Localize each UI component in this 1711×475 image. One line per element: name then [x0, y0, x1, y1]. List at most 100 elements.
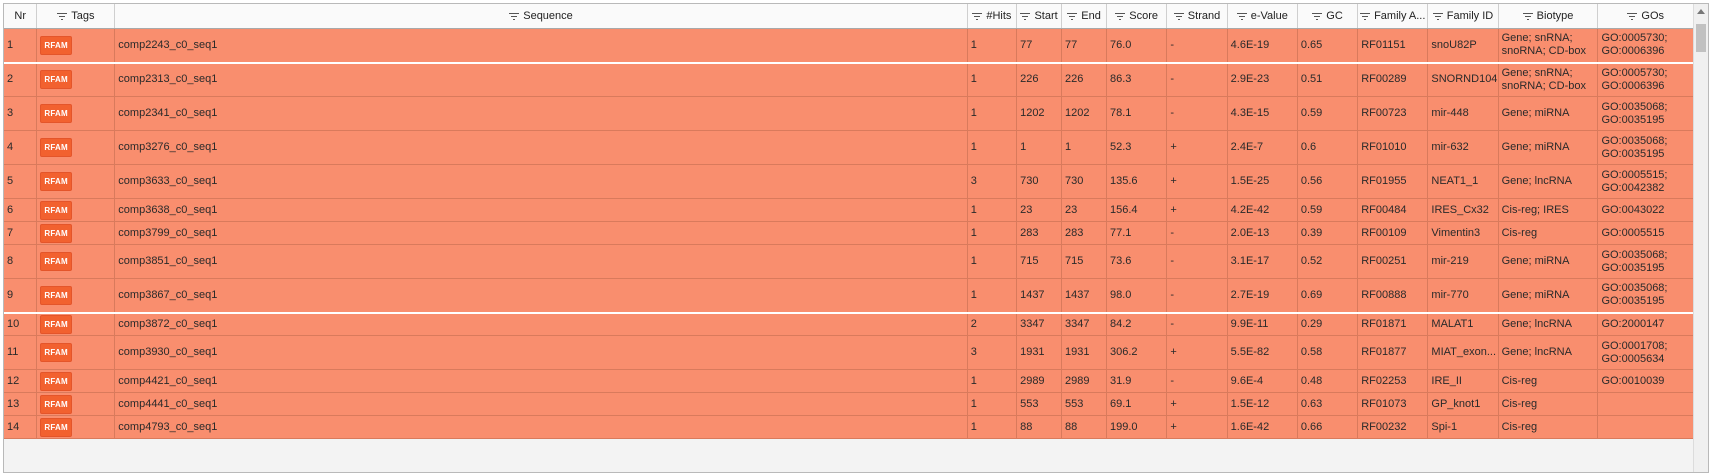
table-row[interactable]: 7 RFAM comp3799_c0_seq1 1 283 283 77.1-2.0E-13… [4, 221, 1694, 245]
cell-biotype: Cis-reg [1498, 392, 1599, 416]
column-header-label: Tags [71, 10, 95, 22]
filter-icon[interactable] [1522, 12, 1533, 20]
rfam-tag-badge: RFAM [40, 223, 72, 243]
filter-icon[interactable] [1020, 12, 1031, 20]
cell-score: 52.3 [1106, 130, 1168, 165]
cell-biotype: Gene; miRNA [1498, 244, 1599, 279]
cell-gc: 0.65 [1297, 28, 1359, 64]
table-row[interactable]: 10 RFAM comp3872_c0_seq1 2 3347 3347 84.2-9.9E… [4, 312, 1694, 336]
scroll-up-arrow-icon[interactable] [1697, 9, 1705, 14]
cell-gc: 0.51 [1297, 62, 1359, 97]
column-header-hits[interactable]: #Hits [967, 4, 1018, 29]
cell-start: 226 [1016, 62, 1063, 97]
cell-gc: 0.59 [1297, 96, 1359, 131]
column-header-nr[interactable]: Nr [4, 4, 38, 29]
table-row[interactable]: 11 RFAM comp3930_c0_seq1 3 1931 1931 306.2 +5.5… [4, 335, 1694, 370]
cell-score: 78.1 [1106, 96, 1168, 131]
column-header-end[interactable]: End [1061, 4, 1108, 29]
cell-family-acc: RF01151 [1357, 28, 1429, 64]
column-header-score[interactable]: Score [1106, 4, 1168, 29]
column-header-gc[interactable]: GC [1297, 4, 1359, 29]
table-row[interactable]: 6 RFAM comp3638_c0_seq1 1 23 23 156.4 +4.2E-42 0… [4, 198, 1694, 222]
cell-tags: RFAM [36, 164, 116, 199]
filter-icon[interactable] [1432, 12, 1443, 20]
column-header-strand[interactable]: Strand [1166, 4, 1228, 29]
column-header-label: Family A... [1374, 10, 1426, 22]
column-header-start[interactable]: Start [1016, 4, 1063, 29]
cell-hits: 3 [967, 164, 1018, 199]
filter-icon[interactable] [1173, 12, 1184, 20]
table-row[interactable]: 3 RFAM comp2341_c0_seq1 1 1202 1202 78.1-4.3E-… [4, 96, 1694, 131]
column-header-label: GC [1326, 10, 1343, 22]
cell-family-acc: RF00251 [1357, 244, 1429, 279]
cell-end: 1 [1061, 130, 1108, 165]
table-row[interactable]: 4 RFAM comp3276_c0_seq1 1 1 1 52.3 +2.4E-7 0.6 RF… [4, 130, 1694, 165]
cell-nr: 7 [4, 221, 38, 245]
rfam-tag-badge: RFAM [40, 394, 72, 414]
table-row[interactable]: 2 RFAM comp2313_c0_seq1 1 226 226 86.3-2.9E-23… [4, 62, 1694, 97]
table-row[interactable]: 14 RFAM comp4793_c0_seq1 1 88 88 199.0 +1.6E-42… [4, 415, 1694, 439]
filter-icon[interactable] [1312, 12, 1323, 20]
column-header-label: #Hits [986, 10, 1012, 22]
column-header-biotype[interactable]: Biotype [1498, 4, 1599, 29]
cell-gc: 0.66 [1297, 415, 1359, 439]
cell-nr: 12 [4, 369, 38, 393]
cell-evalue: 1.5E-12 [1227, 392, 1298, 416]
cell-score: 98.0 [1106, 278, 1168, 314]
rfam-tag-badge: RFAM [40, 417, 72, 437]
cell-family-id: MIAT_exon... [1427, 335, 1499, 370]
table-row[interactable]: 8 RFAM comp3851_c0_seq1 1 715 715 73.6-3.1E-17… [4, 244, 1694, 279]
table-row[interactable]: 12 RFAM comp4421_c0_seq1 1 2989 2989 31.9-9.6E… [4, 369, 1694, 393]
cell-start: 88 [1016, 415, 1063, 439]
cell-start: 1931 [1016, 335, 1063, 370]
cell-gc: 0.63 [1297, 392, 1359, 416]
cell-sequence: comp3851_c0_seq1 [114, 244, 968, 279]
cell-evalue: 9.9E-11 [1227, 312, 1298, 336]
column-header-sequence[interactable]: Sequence [114, 4, 968, 29]
cell-strand: - [1166, 62, 1228, 97]
column-header-label: Nr [14, 10, 26, 22]
table-row[interactable]: 1 RFAM comp2243_c0_seq1 1 77 77 76.0-4.6E-19 0.… [4, 28, 1694, 64]
cell-sequence: comp4793_c0_seq1 [114, 415, 968, 439]
filter-icon[interactable] [1236, 12, 1247, 20]
column-header-tags[interactable]: Tags [36, 4, 116, 29]
results-grid: Nr Tags Sequence #Hits Start End Score Strand e-… [4, 4, 1694, 472]
filter-icon[interactable] [1360, 12, 1371, 20]
vertical-scrollbar[interactable] [1693, 4, 1708, 472]
cell-gos: GO:0035068; GO:0035195 [1597, 130, 1694, 165]
column-header-family-acc[interactable]: Family A... [1357, 4, 1429, 29]
filter-icon[interactable] [972, 12, 983, 20]
table-row[interactable]: 9 RFAM comp3867_c0_seq1 1 1437 1437 98.0-2.7E-… [4, 278, 1694, 314]
cell-family-acc: RF01871 [1357, 312, 1429, 336]
filter-icon[interactable] [1115, 12, 1126, 20]
cell-nr: 8 [4, 244, 38, 279]
cell-biotype: Cis-reg; IRES [1498, 198, 1599, 222]
cell-tags: RFAM [36, 221, 116, 245]
rfam-tag-badge: RFAM [40, 70, 72, 90]
cell-family-id: Spi-1 [1427, 415, 1499, 439]
cell-family-id: mir-770 [1427, 278, 1499, 314]
cell-family-id: IRE_II [1427, 369, 1499, 393]
filter-icon[interactable] [57, 12, 68, 20]
table-row[interactable]: 5 RFAM comp3633_c0_seq1 3 730 730 135.6 +1.5E-2… [4, 164, 1694, 199]
cell-gos: GO:0005515 [1597, 221, 1694, 245]
filter-icon[interactable] [509, 12, 520, 20]
filter-icon[interactable] [1067, 12, 1078, 20]
cell-end: 23 [1061, 198, 1108, 222]
table-row[interactable]: 13 RFAM comp4441_c0_seq1 1 553 553 69.1 +1.5E-1… [4, 392, 1694, 416]
cell-sequence: comp3867_c0_seq1 [114, 278, 968, 314]
column-header-label: Score [1129, 10, 1159, 22]
cell-gos: GO:0005515; GO:0042382 [1597, 164, 1694, 199]
scrollbar-thumb[interactable] [1696, 24, 1706, 52]
cell-start: 730 [1016, 164, 1063, 199]
cell-evalue: 2.0E-13 [1227, 221, 1298, 245]
filter-icon[interactable] [1627, 12, 1638, 20]
cell-end: 77 [1061, 28, 1108, 64]
cell-biotype: Cis-reg [1498, 221, 1599, 245]
cell-evalue: 1.5E-25 [1227, 164, 1298, 199]
column-header-evalue[interactable]: e-Value [1227, 4, 1298, 29]
cell-biotype: Gene; miRNA [1498, 278, 1599, 314]
cell-nr: 13 [4, 392, 38, 416]
column-header-family-id[interactable]: Family ID [1427, 4, 1499, 29]
column-header-gos[interactable]: GOs [1597, 4, 1694, 29]
